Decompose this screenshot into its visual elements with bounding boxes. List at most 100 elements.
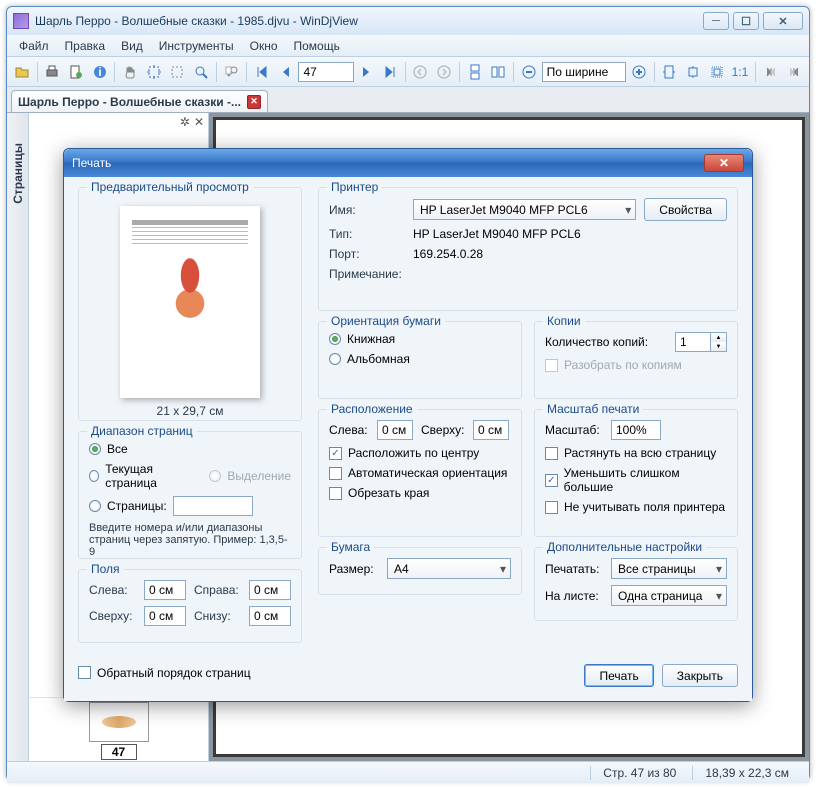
menu-window[interactable]: Окно — [244, 37, 284, 55]
maximize-button[interactable]: ☐ — [733, 12, 759, 30]
menu-tools[interactable]: Инструменты — [153, 37, 240, 55]
spin-down-icon[interactable]: ▼ — [711, 342, 726, 351]
scale-pct-label: Масштаб: — [545, 423, 603, 437]
ignore-margins-check[interactable]: Не учитывать поля принтера — [545, 500, 727, 514]
crop-check[interactable]: Обрезать края — [329, 486, 511, 500]
scale-input[interactable] — [611, 420, 661, 440]
margin-right-input[interactable] — [249, 580, 291, 600]
page-number-input[interactable]: 47 — [298, 62, 353, 82]
actual-size-icon[interactable]: 1:1 — [729, 61, 751, 83]
first-page-icon[interactable] — [251, 61, 273, 83]
paper-size-combo[interactable]: A4 — [387, 558, 511, 579]
portrait-radio[interactable]: Книжная — [329, 332, 511, 346]
hand-icon[interactable] — [119, 61, 141, 83]
range-pages-input[interactable] — [173, 496, 253, 516]
spin-up-icon[interactable]: ▲ — [711, 333, 726, 342]
last-page-icon[interactable] — [379, 61, 401, 83]
dialog-close-button[interactable]: ✕ — [704, 154, 744, 172]
print-icon[interactable] — [42, 61, 64, 83]
margin-bottom-input[interactable] — [249, 606, 291, 626]
find-icon[interactable] — [221, 61, 243, 83]
menu-view[interactable]: Вид — [115, 37, 149, 55]
menu-help[interactable]: Помощь — [288, 37, 346, 55]
margin-right-label: Справа: — [194, 583, 241, 597]
titlebar[interactable]: Шарль Перро - Волшебные сказки - 1985.dj… — [7, 7, 809, 35]
marquee-icon[interactable] — [167, 61, 189, 83]
thumbnail[interactable] — [89, 702, 149, 742]
landscape-radio[interactable]: Альбомная — [329, 352, 511, 366]
next-page-icon[interactable] — [356, 61, 378, 83]
scale-label: Масштаб печати — [543, 402, 643, 416]
zoom-combo[interactable]: По ширине — [542, 62, 626, 82]
print-button[interactable]: Печать — [584, 664, 653, 687]
export-icon[interactable] — [65, 61, 87, 83]
tab-close-icon[interactable]: ✕ — [247, 95, 261, 109]
reverse-check[interactable]: Обратный порядок страниц — [78, 666, 251, 680]
facing-icon[interactable] — [487, 61, 509, 83]
margin-left-input[interactable] — [144, 580, 186, 600]
pos-left-input[interactable] — [377, 420, 413, 440]
position-group: Расположение Слева: Сверху: ✓Расположить… — [318, 409, 522, 537]
shrink-check[interactable]: ✓Уменьшить слишком большие — [545, 466, 727, 494]
close-button[interactable]: Закрыть — [662, 664, 738, 687]
fit-height-icon[interactable] — [682, 61, 704, 83]
document-tab[interactable]: Шарль Перро - Волшебные сказки -... ✕ — [11, 90, 268, 112]
statusbar: Стр. 47 из 80 18,39 x 22,3 см — [7, 761, 809, 783]
pos-left-label: Слева: — [329, 423, 369, 437]
toolbar: i 47 По ширине 1:1 — [7, 57, 809, 87]
dialog-titlebar[interactable]: Печать ✕ — [64, 149, 752, 177]
preview-figure — [162, 251, 218, 321]
scale-group: Масштаб печати Масштаб: Растянуть на всю… — [534, 409, 738, 537]
copies-group: Копии Количество копий: ▲▼ Разобрать по … — [534, 321, 738, 399]
info-icon[interactable]: i — [89, 61, 111, 83]
copies-input[interactable] — [675, 332, 711, 352]
forward-icon[interactable] — [433, 61, 455, 83]
printer-type-label: Тип: — [329, 227, 405, 241]
tab-label: Шарль Перро - Волшебные сказки -... — [18, 95, 241, 109]
copies-spinner[interactable]: ▲▼ — [675, 332, 727, 352]
gear-icon[interactable]: ✲ — [180, 115, 190, 129]
svg-text:1:1: 1:1 — [732, 65, 748, 79]
menu-file[interactable]: Файл — [13, 37, 55, 55]
window-close-button[interactable]: ✕ — [763, 12, 803, 30]
range-all-radio[interactable]: Все — [89, 442, 291, 456]
minimize-button[interactable]: ─ — [703, 12, 729, 30]
margins-group: Поля Слева: Справа: Сверху: Снизу: — [78, 569, 302, 643]
extra-label: Дополнительные настройки — [543, 540, 706, 554]
margin-top-input[interactable] — [144, 606, 186, 626]
printer-name-combo[interactable]: HP LaserJet M9040 MFP PCL6 — [413, 199, 636, 220]
side-tab-pages[interactable]: Страницы — [7, 113, 29, 761]
paper-label: Бумага — [327, 540, 374, 554]
zoom-in-icon[interactable] — [628, 61, 650, 83]
extra-sheet-combo[interactable]: Одна страница — [611, 585, 727, 606]
pos-top-input[interactable] — [473, 420, 509, 440]
page-number-value: 47 — [303, 65, 316, 79]
preview-page — [120, 206, 260, 398]
open-icon[interactable] — [11, 61, 33, 83]
range-current-radio[interactable]: Текущая страница — [89, 462, 189, 490]
select-icon[interactable] — [143, 61, 165, 83]
range-pages-radio[interactable]: Страницы: — [89, 496, 291, 516]
zoom-out-icon[interactable] — [518, 61, 540, 83]
printer-port-label: Порт: — [329, 247, 405, 261]
panel-close-icon[interactable]: ✕ — [194, 115, 204, 129]
center-check[interactable]: ✓Расположить по центру — [329, 446, 511, 460]
rotate-right-icon[interactable] — [784, 61, 806, 83]
range-selection-radio: Выделение — [209, 462, 291, 490]
printer-properties-button[interactable]: Свойства — [644, 198, 727, 221]
fit-check[interactable]: Растянуть на всю страницу — [545, 446, 727, 460]
menubar: Файл Правка Вид Инструменты Окно Помощь — [7, 35, 809, 57]
margin-top-label: Сверху: — [89, 609, 136, 623]
margin-left-label: Слева: — [89, 583, 136, 597]
rotate-left-icon[interactable] — [760, 61, 782, 83]
dialog-title: Печать — [72, 156, 111, 170]
magnify-icon[interactable] — [190, 61, 212, 83]
continuous-icon[interactable] — [464, 61, 486, 83]
fit-width-icon[interactable] — [659, 61, 681, 83]
prev-page-icon[interactable] — [275, 61, 297, 83]
extra-print-combo[interactable]: Все страницы — [611, 558, 727, 579]
menu-edit[interactable]: Правка — [59, 37, 112, 55]
back-icon[interactable] — [410, 61, 432, 83]
auto-orient-check[interactable]: Автоматическая ориентация — [329, 466, 511, 480]
fit-page-icon[interactable] — [706, 61, 728, 83]
